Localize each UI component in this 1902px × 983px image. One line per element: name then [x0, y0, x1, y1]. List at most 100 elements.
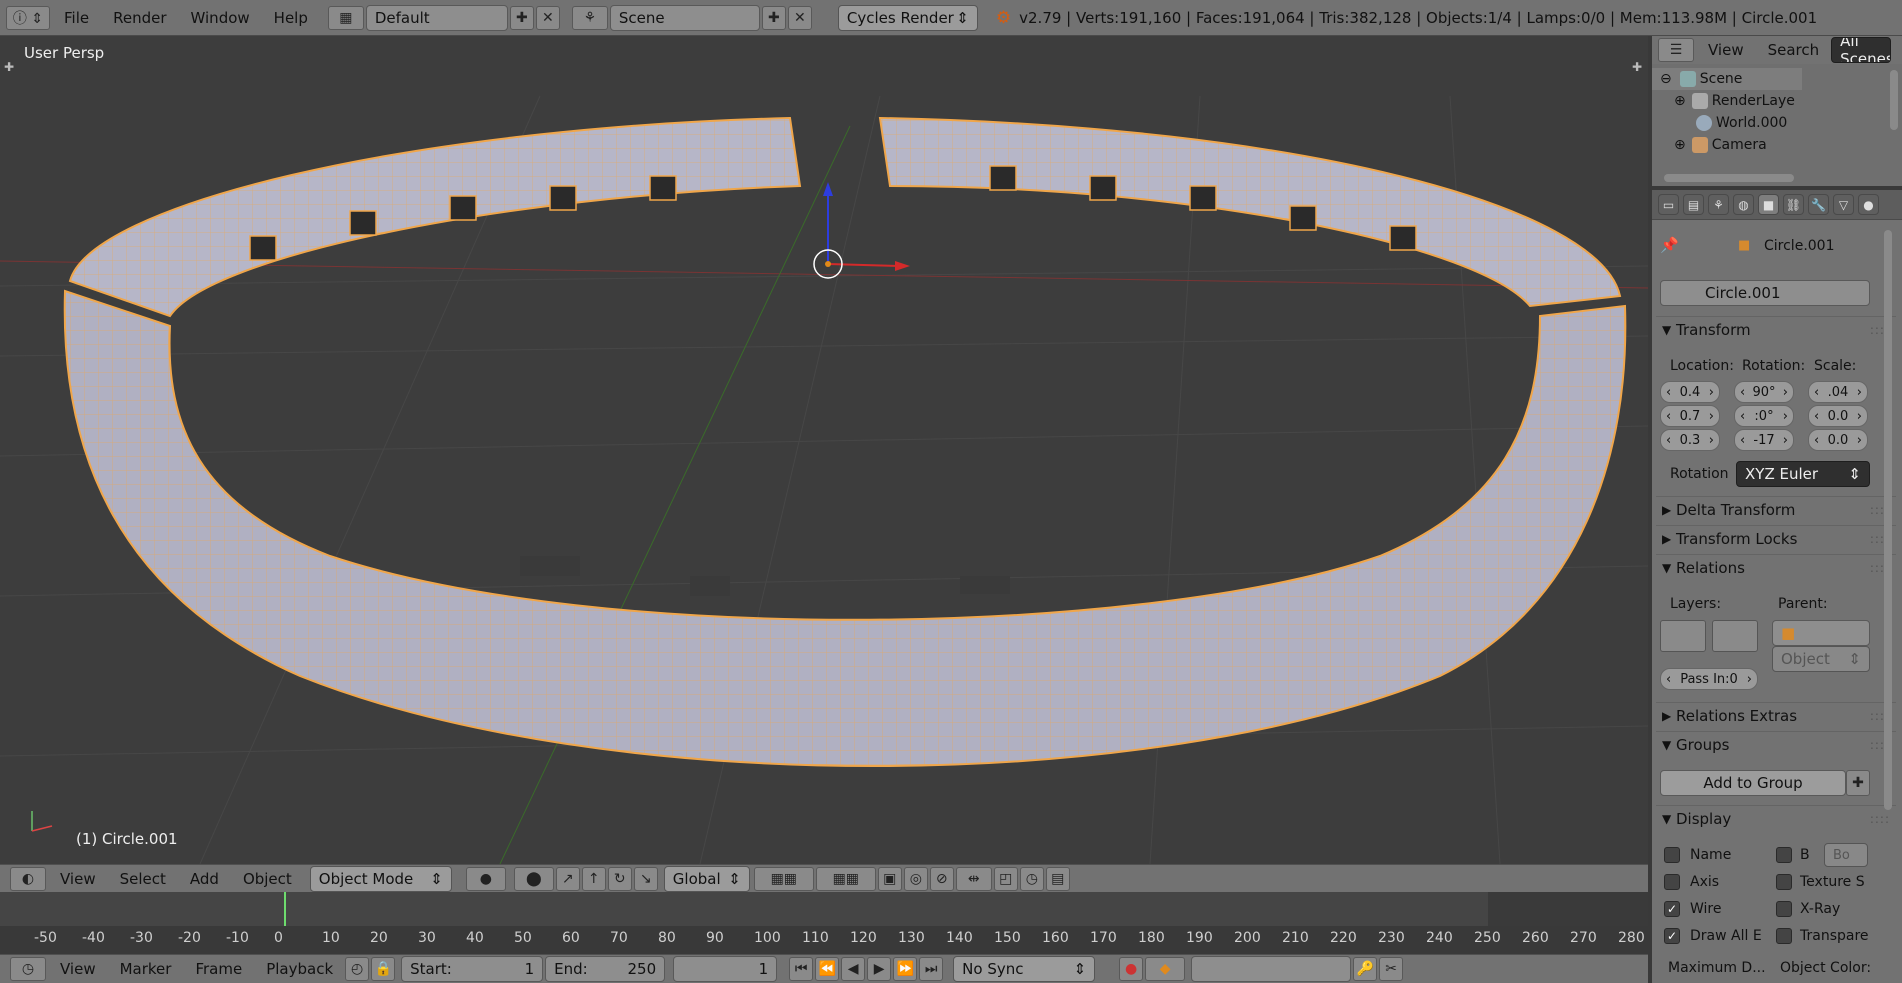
preview-range-icon[interactable]: ◴: [345, 957, 370, 981]
data-tab-icon[interactable]: ▽: [1833, 194, 1854, 215]
outliner-item[interactable]: World.000: [1696, 112, 1787, 134]
layer-lock-icon[interactable]: ▣: [877, 866, 902, 891]
pass-index-field[interactable]: ‹ Pass In:0 ›: [1660, 668, 1758, 690]
material-tab-icon[interactable]: ●: [1858, 194, 1879, 215]
menu-window[interactable]: Window: [179, 9, 262, 27]
menu-add[interactable]: Add: [178, 870, 231, 888]
outliner-item[interactable]: ⊖ Scene: [1652, 68, 1802, 90]
panel-display[interactable]: ▼ Display::::: [1656, 805, 1896, 831]
delete-key-icon[interactable]: ✂: [1379, 957, 1404, 981]
panel-relations-extras[interactable]: ▶ Relations Extras::::: [1656, 702, 1896, 728]
jump-key-back-icon[interactable]: ⏪: [815, 957, 840, 981]
layer-grid-1[interactable]: [1660, 620, 1706, 652]
jump-end-icon[interactable]: ⏭: [919, 957, 944, 981]
menu-tl-view[interactable]: View: [48, 960, 108, 978]
expand-icon[interactable]: ⊖: [1660, 71, 1672, 87]
view-corner-icon[interactable]: ✚: [4, 60, 14, 74]
bounds-checkbox[interactable]: [1776, 847, 1792, 863]
camera-render-icon[interactable]: ◷: [1019, 866, 1044, 891]
menu-object[interactable]: Object: [231, 870, 304, 888]
3d-viewport[interactable]: User Persp ✚ ✚ (1) Circle.001: [0, 36, 1648, 864]
location-x-field[interactable]: ‹ 0.4 ›: [1660, 381, 1720, 403]
proportional-edit-icon[interactable]: ◎: [903, 866, 928, 891]
scene-tab-icon[interactable]: ⚘: [1708, 194, 1729, 215]
menu-tl-frame[interactable]: Frame: [183, 960, 254, 978]
panel-transform-locks[interactable]: ▶ Transform Locks::::: [1656, 525, 1896, 551]
editor-type-button[interactable]: ⓘ ⇕: [6, 5, 50, 30]
translate-icon[interactable]: ↑: [581, 866, 606, 891]
scene-icon[interactable]: ⚘: [571, 5, 608, 30]
object-tab-icon[interactable]: ■: [1758, 194, 1779, 215]
object-name-field[interactable]: Circle.001: [1660, 280, 1870, 306]
panel-delta-transform[interactable]: ▶ Delta Transform::::: [1656, 496, 1896, 522]
outliner-filter-dropdown[interactable]: All Scenes: [1831, 37, 1892, 63]
rotation-z-field[interactable]: ‹ -17 ›: [1734, 429, 1794, 451]
editor-type-button-3d[interactable]: ◐: [10, 866, 46, 891]
scale-z-field[interactable]: ‹ 0.0 ›: [1808, 429, 1868, 451]
rotation-y-field[interactable]: ‹:0° ›: [1734, 405, 1794, 427]
view-corner-icon-right[interactable]: ✚: [1632, 60, 1642, 74]
editor-type-button-timeline[interactable]: ◷: [10, 957, 46, 981]
menu-select[interactable]: Select: [108, 870, 178, 888]
panel-transform[interactable]: ▼ Transform::::: [1656, 316, 1896, 342]
render-engine-dropdown[interactable]: Cycles Render ⇕: [837, 4, 978, 31]
scene-field[interactable]: Scene: [609, 4, 760, 31]
sync-dropdown[interactable]: No Sync ⇕: [953, 956, 1096, 982]
render-tab-icon[interactable]: ▭: [1658, 194, 1679, 215]
outliner-menu-view[interactable]: View: [1696, 41, 1756, 59]
record-icon[interactable]: ●: [1119, 957, 1144, 981]
shading-button[interactable]: ●: [465, 866, 506, 891]
current-frame-field[interactable]: 1: [673, 956, 778, 982]
delete-scene-button[interactable]: ✕: [787, 5, 812, 30]
snap-icon[interactable]: ⊘: [929, 866, 954, 891]
menu-view[interactable]: View: [48, 870, 108, 888]
layers-grid-icon[interactable]: ▦▦: [753, 866, 814, 891]
parent-field[interactable]: ■: [1772, 620, 1870, 646]
end-frame-field[interactable]: End: 250: [545, 956, 666, 982]
modifiers-tab-icon[interactable]: 🔧: [1808, 194, 1829, 215]
properties-scrollbar[interactable]: [1884, 230, 1892, 810]
add-scene-button[interactable]: ✚: [761, 5, 786, 30]
vertical-scrollbar[interactable]: [1890, 70, 1898, 130]
delete-layout-button[interactable]: ✕: [535, 5, 560, 30]
scale-x-field[interactable]: ‹ .04 ›: [1808, 381, 1868, 403]
snap-element-icon[interactable]: ⇹: [955, 866, 992, 891]
horizontal-scrollbar[interactable]: [1664, 174, 1794, 182]
name-checkbox[interactable]: [1664, 847, 1680, 863]
clapper-icon[interactable]: ▤: [1045, 866, 1070, 891]
expand-icon[interactable]: ⊕: [1674, 137, 1686, 153]
rotation-x-field[interactable]: ‹ 90° ›: [1734, 381, 1794, 403]
scale-icon[interactable]: ↘: [633, 866, 658, 891]
add-group-plus-icon[interactable]: ✚: [1846, 770, 1870, 796]
layout-icon[interactable]: ▦: [327, 5, 364, 30]
keying-set-field[interactable]: [1191, 956, 1352, 982]
outliner-item[interactable]: ⊕ RenderLaye: [1674, 90, 1795, 112]
start-frame-field[interactable]: Start: 1: [401, 956, 544, 982]
menu-file[interactable]: File: [52, 9, 101, 27]
draw-all-edges-checkbox[interactable]: ✓: [1664, 928, 1680, 944]
play-reverse-icon[interactable]: ◀: [841, 957, 866, 981]
layers-grid-icon-2[interactable]: ▦▦: [815, 866, 876, 891]
jump-start-icon[interactable]: ⏮: [789, 957, 814, 981]
layout-field[interactable]: Default: [365, 4, 508, 31]
transparency-checkbox[interactable]: [1776, 928, 1792, 944]
pin-icon[interactable]: 📌: [1660, 236, 1679, 254]
xray-checkbox[interactable]: [1776, 901, 1792, 917]
lock-icon[interactable]: 🔒: [371, 957, 396, 981]
location-z-field[interactable]: ‹ 0.3 ›: [1660, 429, 1720, 451]
scale-y-field[interactable]: ‹ 0.0 ›: [1808, 405, 1868, 427]
keying-icon[interactable]: ◆: [1145, 957, 1186, 981]
expand-icon[interactable]: ⊕: [1674, 93, 1686, 109]
insert-key-icon[interactable]: 🔑: [1353, 957, 1378, 981]
location-y-field[interactable]: ‹ 0.7 ›: [1660, 405, 1720, 427]
orientation-dropdown[interactable]: Global ⇕: [663, 865, 750, 892]
menu-help[interactable]: Help: [262, 9, 320, 27]
rotation-mode-dropdown[interactable]: XYZ Euler ⇕: [1736, 461, 1870, 487]
panel-groups[interactable]: ▼ Groups::::: [1656, 731, 1896, 757]
menu-tl-playback[interactable]: Playback: [254, 960, 345, 978]
layers-tab-icon[interactable]: ▤: [1683, 194, 1704, 215]
constraints-tab-icon[interactable]: ⛓: [1783, 194, 1804, 215]
play-icon[interactable]: ▶: [867, 957, 892, 981]
add-to-group-button[interactable]: Add to Group: [1660, 770, 1846, 796]
render-icon[interactable]: ◰: [993, 866, 1018, 891]
